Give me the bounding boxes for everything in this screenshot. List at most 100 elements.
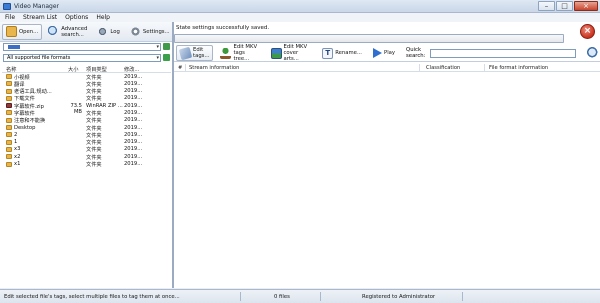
- list-item[interactable]: 小视频 文件夹 2019...: [2, 73, 171, 81]
- rename-button[interactable]: T Rename...: [318, 45, 366, 61]
- file-modified: 2019...: [124, 139, 143, 146]
- maximize-button[interactable]: □: [556, 1, 573, 11]
- edit-mkv-cover-label: Edit MKV cover arts...: [283, 44, 308, 62]
- menu-options[interactable]: Options: [65, 14, 88, 21]
- file-modified: 2019...: [124, 131, 143, 138]
- folder-icon: [6, 132, 12, 138]
- play-icon: [373, 48, 382, 58]
- folder-icon: [6, 146, 12, 152]
- file-list: 小视频 文件夹 2019... 翻译 文件夹 2019... 老语工具.规动... 文件夹…: [2, 73, 171, 168]
- image-icon: [270, 47, 282, 59]
- stop-button[interactable]: ×: [580, 24, 595, 39]
- search-icon[interactable]: [587, 46, 600, 60]
- folder-icon: [6, 161, 12, 167]
- list-item[interactable]: 2 文件夹 2019...: [2, 131, 171, 139]
- quick-search-label: Quick search:: [406, 47, 426, 59]
- window-title: Video Manager: [14, 3, 60, 10]
- settings-button[interactable]: Settings...: [126, 24, 174, 40]
- log-icon: [97, 26, 109, 37]
- folder-icon: [6, 74, 12, 79]
- path-dropdown[interactable]: ▾: [3, 42, 161, 51]
- menu-stream-list[interactable]: Stream List: [23, 14, 57, 21]
- tag-toolbar: Edit tags... Edit MKV tags tree... Edit …: [174, 44, 600, 62]
- column-index[interactable]: #: [178, 65, 182, 71]
- chevron-down-icon: ▾: [156, 43, 159, 50]
- zip-archive-icon: [6, 103, 12, 109]
- stream-panel: State settings successfully saved. × Edi…: [174, 22, 600, 288]
- open-label: Open...: [19, 28, 39, 35]
- column-size[interactable]: 大小: [68, 66, 78, 73]
- column-divider: [419, 64, 420, 71]
- status-divider: [462, 292, 463, 301]
- advanced-search-button[interactable]: Advanced search...: [44, 24, 91, 40]
- status-divider: [240, 292, 241, 301]
- log-button[interactable]: Log: [93, 24, 123, 40]
- file-modified: 2019...: [124, 161, 143, 168]
- edit-mkv-cover-button[interactable]: Edit MKV cover arts...: [267, 44, 316, 62]
- folder-open-icon: [6, 26, 17, 37]
- folder-icon: [6, 117, 12, 123]
- file-modified: 2019...: [124, 95, 143, 102]
- file-modified: 2019...: [124, 117, 143, 124]
- column-file-format[interactable]: File format information: [489, 65, 548, 71]
- list-item[interactable]: 1 文件夹 2019...: [2, 139, 171, 146]
- play-button[interactable]: Play: [369, 45, 399, 61]
- folder-icon: [6, 81, 12, 87]
- file-name: 1: [14, 139, 18, 146]
- search-icon: [48, 26, 60, 37]
- rename-icon: T: [322, 47, 334, 59]
- add-icon[interactable]: [163, 54, 170, 61]
- tree-icon: [220, 47, 232, 59]
- column-divider: [484, 64, 485, 71]
- path-row: ▾: [3, 42, 170, 51]
- status-bar: Edit selected file's tags, select multip…: [0, 289, 600, 303]
- open-button[interactable]: Open...: [2, 23, 43, 40]
- column-classification[interactable]: Classification: [426, 65, 460, 71]
- list-item[interactable]: 老语工具.规动... 文件夹 2019...: [2, 88, 171, 95]
- list-item[interactable]: 翻译 文件夹 2019...: [2, 80, 171, 88]
- column-name[interactable]: 名称: [6, 66, 16, 73]
- file-name: 2: [14, 131, 18, 138]
- file-count: 0 files: [274, 294, 290, 300]
- status-hint: Edit selected file's tags, select multip…: [4, 294, 180, 300]
- list-item[interactable]: Desktop 文件夹 2019...: [2, 124, 171, 132]
- edit-tags-label: Edit tags...: [193, 47, 210, 59]
- list-item[interactable]: 字幕软件 文件夹 2019...: [2, 109, 171, 117]
- file-type: 文件夹: [86, 162, 102, 169]
- file-name: x1: [14, 161, 21, 168]
- tag-icon: [178, 46, 193, 60]
- column-type[interactable]: 项目类型: [86, 66, 107, 73]
- advanced-search-label: Advanced search...: [61, 25, 88, 38]
- file-modified: 2019...: [124, 102, 143, 109]
- list-item[interactable]: x2 文件夹 2019...: [2, 153, 171, 161]
- drive-icon: [8, 44, 20, 49]
- settings-label: Settings...: [142, 28, 170, 35]
- file-format-filter[interactable]: All supported file formats ▾: [3, 53, 161, 62]
- column-stream-information[interactable]: Stream information: [189, 65, 239, 71]
- column-divider: [185, 64, 186, 71]
- file-type: WinRAR ZIP ...: [86, 102, 123, 109]
- list-item[interactable]: x1 文件夹 2019...: [2, 161, 171, 168]
- file-name: x3: [14, 146, 21, 153]
- column-modified[interactable]: 修改...: [124, 66, 139, 73]
- edit-tags-button[interactable]: Edit tags...: [176, 45, 214, 61]
- filter-row: All supported file formats ▾: [3, 53, 170, 62]
- menu-help[interactable]: Help: [96, 14, 110, 21]
- quick-search-input[interactable]: [430, 48, 576, 58]
- chevron-down-icon: ▾: [156, 54, 159, 61]
- folder-icon: [6, 139, 12, 145]
- close-button[interactable]: ×: [574, 1, 598, 11]
- list-item[interactable]: 注意和不能换 文件夹 2019...: [2, 117, 171, 124]
- status-message: State settings successfully saved.: [176, 25, 270, 31]
- edit-mkv-tree-button[interactable]: Edit MKV tags tree...: [216, 44, 263, 62]
- go-up-icon[interactable]: [163, 43, 170, 50]
- file-list-header: 名称 大小 项目类型 修改...: [2, 64, 171, 73]
- list-item[interactable]: 下载文件 文件夹 2019...: [2, 95, 171, 102]
- list-item[interactable]: 字幕软件.zip 73.5 MB WinRAR ZIP ... 2019...: [2, 102, 171, 115]
- minimize-button[interactable]: –: [538, 1, 555, 11]
- status-divider: [320, 292, 321, 301]
- menu-bar: File Stream List Options Help: [0, 13, 600, 22]
- menu-file[interactable]: File: [5, 14, 15, 21]
- list-item[interactable]: x3 文件夹 2019...: [2, 146, 171, 153]
- registration-info: Registered to Administrator: [362, 294, 436, 300]
